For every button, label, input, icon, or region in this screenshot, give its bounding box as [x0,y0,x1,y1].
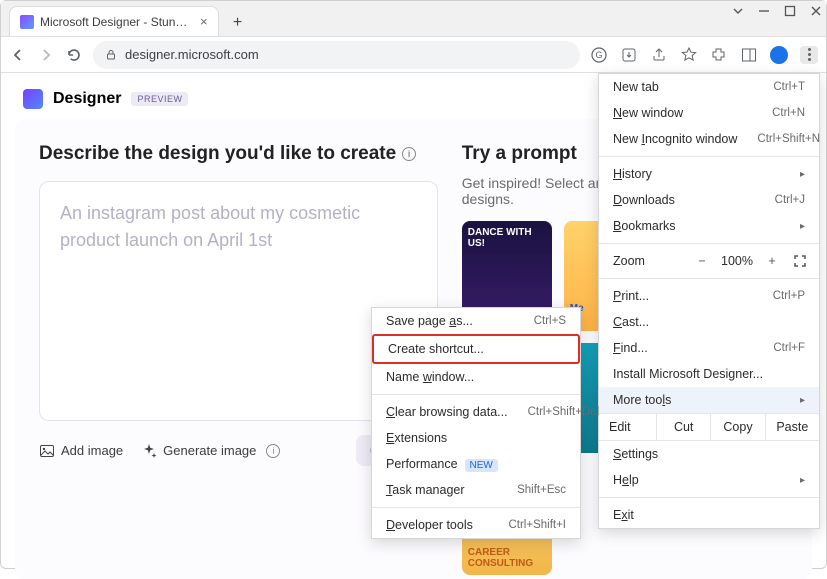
menu-find[interactable]: Find...Ctrl+F [599,335,819,361]
menu-new-window[interactable]: New windowCtrl+N [599,100,819,126]
submenu-save-page[interactable]: Save page as...Ctrl+S [372,308,580,334]
extensions-puzzle-icon[interactable] [710,46,728,64]
google-icon[interactable]: G [590,46,608,64]
info-icon[interactable]: i [402,147,416,161]
zoom-value: 100% [721,254,753,268]
menu-more-tools[interactable]: More tools▸ [599,387,819,413]
new-tab-button[interactable]: + [225,10,251,36]
zoom-label: Zoom [609,254,683,268]
lock-icon [105,49,117,61]
sparkle-icon [141,443,157,459]
toolbar: designer.microsoft.com G [1,37,826,73]
chrome-menu-button[interactable] [800,46,818,64]
back-button[interactable] [9,46,27,64]
card-label: DANCE WITH US! [468,227,546,249]
menu-new-tab[interactable]: New tabCtrl+T [599,74,819,100]
browser-tab[interactable]: Microsoft Designer - Stunning d × [9,6,219,36]
menu-install-app[interactable]: Install Microsoft Designer... [599,361,819,387]
close-window-icon[interactable] [810,5,822,20]
fullscreen-icon[interactable] [791,252,809,270]
menu-cast[interactable]: Cast... [599,309,819,335]
bookmark-star-icon[interactable] [680,46,698,64]
add-image-button[interactable]: Add image [39,443,123,459]
edit-label: Edit [599,414,657,440]
designer-logo-icon [23,89,43,109]
menu-cut[interactable]: Cut [657,414,711,440]
image-icon [39,443,55,459]
menu-new-incognito[interactable]: New Incognito windowCtrl+Shift+N [599,126,819,152]
forward-button[interactable] [37,46,55,64]
menu-edit-row: Edit Cut Copy Paste [599,413,819,441]
submenu-clear-browsing[interactable]: Clear browsing data...Ctrl+Shift+Del [372,399,580,425]
browser-window: Microsoft Designer - Stunning d × + desi… [0,0,827,569]
menu-help[interactable]: Help▸ [599,467,819,493]
preview-badge: PREVIEW [131,92,188,106]
menu-bookmarks[interactable]: Bookmarks▸ [599,213,819,239]
submenu-task-manager[interactable]: Task managerShift+Esc [372,477,580,503]
menu-copy[interactable]: Copy [711,414,765,440]
address-bar[interactable]: designer.microsoft.com [93,41,580,69]
reload-button[interactable] [65,46,83,64]
brand-name: Designer [53,90,121,108]
chrome-main-menu: New tabCtrl+T New windowCtrl+N New Incog… [598,73,820,529]
info-icon[interactable]: i [266,444,280,458]
toolbar-right-icons: G [590,46,818,64]
describe-heading: Describe the design you'd like to create… [39,143,438,165]
install-app-icon[interactable] [620,46,638,64]
more-tools-submenu: Save page as...Ctrl+S Create shortcut...… [371,307,581,539]
generate-image-label: Generate image [163,443,256,458]
add-image-label: Add image [61,443,123,458]
menu-exit[interactable]: Exit [599,502,819,528]
minimize-icon[interactable] [758,5,770,20]
profile-avatar[interactable] [770,46,788,64]
share-icon[interactable] [650,46,668,64]
menu-settings[interactable]: Settings [599,441,819,467]
maximize-icon[interactable] [784,5,796,20]
tab-title: Microsoft Designer - Stunning d [40,15,190,29]
chevron-down-icon[interactable] [732,5,744,20]
tab-close-icon[interactable]: × [200,14,208,29]
prompt-placeholder: An instagram post about my cosmetic prod… [60,203,360,250]
menu-history[interactable]: History▸ [599,161,819,187]
submenu-extensions[interactable]: Extensions [372,425,580,451]
card-label: CAREERCONSULTING [468,547,533,569]
submenu-developer-tools[interactable]: Developer toolsCtrl+Shift+I [372,512,580,538]
menu-paste[interactable]: Paste [766,414,819,440]
side-panel-icon[interactable] [740,46,758,64]
new-badge: NEW [465,459,498,472]
zoom-in-button[interactable]: + [763,252,781,270]
titlebar: Microsoft Designer - Stunning d × + [1,1,826,37]
favicon-icon [20,15,34,29]
window-controls [732,5,822,20]
generate-image-button[interactable]: Generate image i [141,443,280,459]
menu-print[interactable]: Print...Ctrl+P [599,283,819,309]
zoom-out-button[interactable]: − [693,252,711,270]
svg-text:G: G [595,50,602,60]
describe-heading-text: Describe the design you'd like to create [39,143,396,165]
submenu-name-window[interactable]: Name window... [372,364,580,390]
menu-zoom-row: Zoom − 100% + [599,248,819,274]
menu-downloads[interactable]: DownloadsCtrl+J [599,187,819,213]
submenu-create-shortcut[interactable]: Create shortcut... [372,334,580,364]
submenu-performance[interactable]: Performance NEW [372,451,580,477]
url-text: designer.microsoft.com [125,47,259,62]
